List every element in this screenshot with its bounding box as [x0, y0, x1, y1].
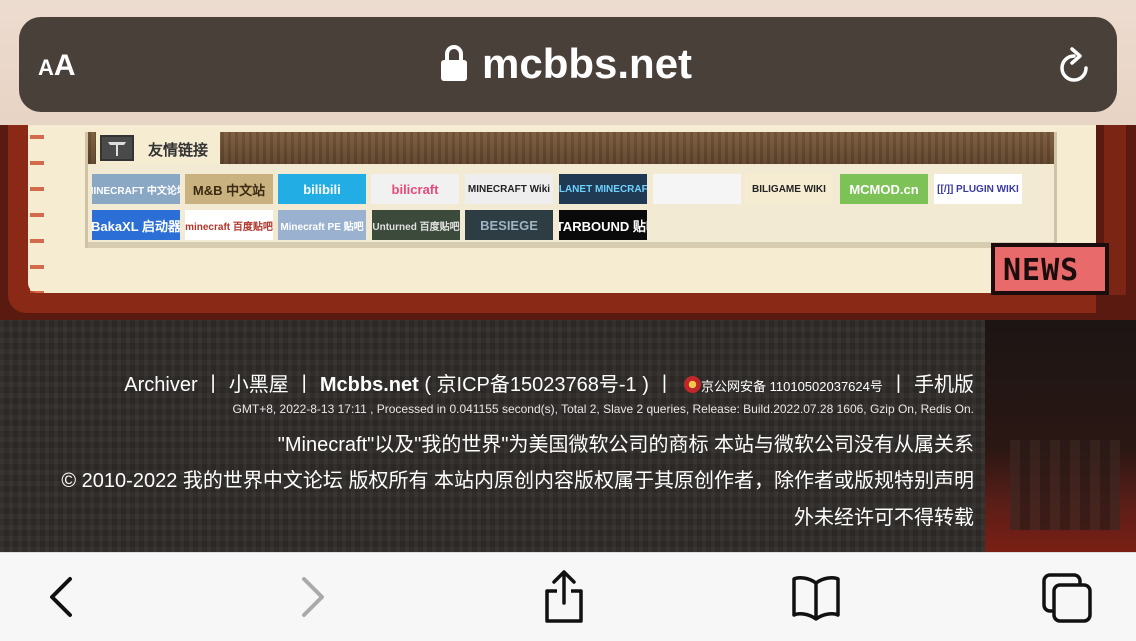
share-icon[interactable]: [541, 569, 587, 630]
tabs-icon[interactable]: [1040, 569, 1096, 630]
friends-links-box: 友情链接 MINECRAFT 中文论坛M&B 中文站bilibilibilicr…: [85, 132, 1057, 248]
url-text[interactable]: mcbbs.net: [482, 40, 692, 88]
friend-link-logo[interactable]: MCMOD.cn: [840, 174, 928, 204]
friend-link-logo[interactable]: Unturned 百度贴吧: [372, 210, 460, 240]
forward-icon[interactable]: [296, 569, 330, 628]
friends-links-title: 友情链接: [148, 142, 209, 159]
friend-link-logo[interactable]: BakaXL 启动器: [92, 210, 180, 240]
friend-link-logo[interactable]: minecraft 百度贴吧: [185, 210, 273, 240]
friends-links-tab: 友情链接: [96, 132, 220, 164]
friend-link-logo[interactable]: [[/]] PLUGIN WIKI: [934, 174, 1022, 204]
news-sign-text: NEWS: [1003, 253, 1080, 288]
friends-links-header: [88, 132, 1054, 164]
friend-link-logo[interactable]: bilibili: [278, 174, 366, 204]
friend-link-logo[interactable]: bilicraft: [371, 174, 459, 204]
lock-icon: [440, 44, 468, 87]
friend-link-logo[interactable]: BESIEGE: [465, 210, 553, 240]
friend-link-logo[interactable]: [653, 174, 741, 204]
police-record-link[interactable]: 京公网安备 11010502037624号: [701, 379, 883, 394]
text-size-button[interactable]: AA: [38, 49, 76, 83]
footer-stats: GMT+8, 2022-8-13 17:11 , Processed in 0.…: [232, 402, 974, 416]
friend-link-logo[interactable]: MINECRAFT 中文论坛: [92, 174, 180, 204]
reload-icon[interactable]: [1056, 46, 1094, 91]
site-name-link[interactable]: Mcbbs.net: [320, 374, 419, 396]
news-sign[interactable]: NEWS: [991, 243, 1109, 295]
separator: 丨: [654, 374, 675, 396]
parchment-edge: [30, 125, 44, 293]
separator: 丨: [203, 374, 224, 396]
xiaoheiwu-link[interactable]: 小黑屋: [229, 374, 289, 396]
bookmarks-icon[interactable]: [790, 569, 842, 630]
back-icon[interactable]: [44, 569, 78, 628]
mobile-version-link[interactable]: 手机版: [914, 374, 974, 396]
footer-trademark: "Minecraft"以及"我的世界"为美国微软公司的商标 本站与微软公司没有从…: [277, 434, 974, 456]
friend-link-logo[interactable]: MINECRAFT Wiki: [465, 174, 553, 204]
pickaxe-icon: [100, 135, 134, 161]
icp-link[interactable]: ( 京ICP备15023768号-1 ): [424, 374, 649, 396]
browser-toolbar: [0, 552, 1136, 641]
separator: 丨: [294, 374, 315, 396]
police-badge-icon: [684, 376, 701, 393]
footer-links-line: Archiver 丨 小黑屋 丨 Mcbbs.net ( 京ICP备150237…: [124, 368, 974, 397]
friend-link-logo[interactable]: STARBOUND 贴吧: [559, 210, 647, 240]
friend-link-logo[interactable]: Minecraft PE 贴吧: [278, 210, 366, 240]
footer-copyright: © 2010-2022 我的世界中文论坛 版权所有 本站内原创内容版权属于其原创…: [61, 470, 974, 492]
footer-copyright-cont: 外未经许可不得转载: [794, 507, 974, 529]
friend-link-logo[interactable]: BILIGAME WIKI: [745, 174, 833, 204]
friend-link-logo[interactable]: PLANET MINECRAFT: [559, 174, 647, 204]
separator: 丨: [888, 374, 909, 396]
friend-link-logo[interactable]: M&B 中文站: [185, 174, 273, 204]
archiver-link[interactable]: Archiver: [124, 374, 197, 396]
